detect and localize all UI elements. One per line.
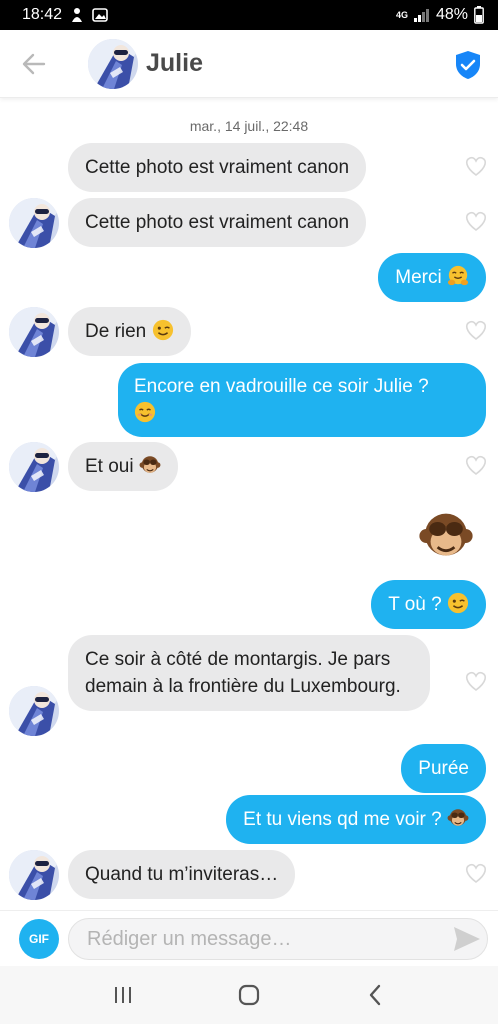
large-emoji-message[interactable] <box>418 508 474 564</box>
message-input-placeholder: Rédiger un message… <box>87 927 292 950</box>
network-label: 4G <box>395 9 408 20</box>
heart-like-icon[interactable] <box>463 154 489 178</box>
recent-apps-icon[interactable] <box>103 975 143 1015</box>
see-no-evil-monkey-icon <box>418 508 474 564</box>
signal-icon <box>413 8 430 22</box>
compose-bar: GIF Rédiger un message… <box>0 910 498 966</box>
heart-like-icon[interactable] <box>463 669 489 693</box>
outgoing-message-bubble[interactable]: Et tu viens qd me voir ? <box>226 795 486 844</box>
status-time: 18:42 <box>22 6 63 23</box>
system-nav-bar <box>0 966 498 1024</box>
winking-face-icon <box>152 319 174 341</box>
heart-like-icon[interactable] <box>463 861 489 885</box>
battery-percent: 48% <box>435 6 468 23</box>
heart-like-icon[interactable] <box>463 209 489 233</box>
image-icon <box>92 7 108 23</box>
incoming-message-bubble[interactable]: De rien <box>68 307 191 356</box>
gif-button[interactable]: GIF <box>19 919 59 959</box>
back-arrow-icon[interactable] <box>20 50 48 78</box>
see-no-evil-monkey-icon <box>139 454 161 476</box>
notification-icon <box>70 7 84 23</box>
outgoing-message-bubble[interactable]: T où ? <box>371 580 486 629</box>
heart-like-icon[interactable] <box>463 318 489 342</box>
chat-header: Julie <box>0 30 498 98</box>
avatar[interactable] <box>9 686 59 736</box>
send-icon[interactable] <box>452 925 482 953</box>
heart-like-icon[interactable] <box>463 453 489 477</box>
back-icon[interactable] <box>355 975 395 1015</box>
incoming-message-bubble[interactable]: Et oui <box>68 442 178 491</box>
avatar[interactable] <box>9 307 59 357</box>
hugging-face-icon <box>447 265 469 287</box>
winking-face-icon <box>447 592 469 614</box>
date-separator: mar., 14 juil., 22:48 <box>189 118 309 134</box>
status-bar: 18:42 4G 48% <box>0 0 498 30</box>
message-input[interactable]: Rédiger un message… <box>68 918 488 960</box>
avatar[interactable] <box>9 850 59 900</box>
incoming-message-bubble[interactable]: Ce soir à côté de montargis. Je pars dem… <box>68 635 430 711</box>
contact-avatar[interactable] <box>88 39 138 89</box>
smiling-face-icon <box>134 401 156 423</box>
message-list[interactable]: mar., 14 juil., 22:48 Cette photo est vr… <box>0 98 498 910</box>
incoming-message-bubble[interactable]: Cette photo est vraiment canon <box>68 143 367 192</box>
see-no-evil-monkey-icon <box>447 807 469 829</box>
contact-name[interactable]: Julie <box>146 49 203 78</box>
outgoing-message-bubble[interactable]: Merci <box>378 253 486 302</box>
incoming-message-bubble[interactable]: Cette photo est vraiment canon <box>68 198 367 247</box>
battery-icon <box>474 6 484 24</box>
home-icon[interactable] <box>229 975 269 1015</box>
avatar[interactable] <box>9 198 59 248</box>
outgoing-message-bubble[interactable]: Encore en vadrouille ce soir Julie ? <box>118 363 486 437</box>
avatar[interactable] <box>9 442 59 492</box>
outgoing-message-bubble[interactable]: Purée <box>401 744 486 793</box>
safety-shield-icon[interactable] <box>454 50 482 80</box>
incoming-message-bubble[interactable]: Quand tu m’inviteras… <box>68 850 296 899</box>
